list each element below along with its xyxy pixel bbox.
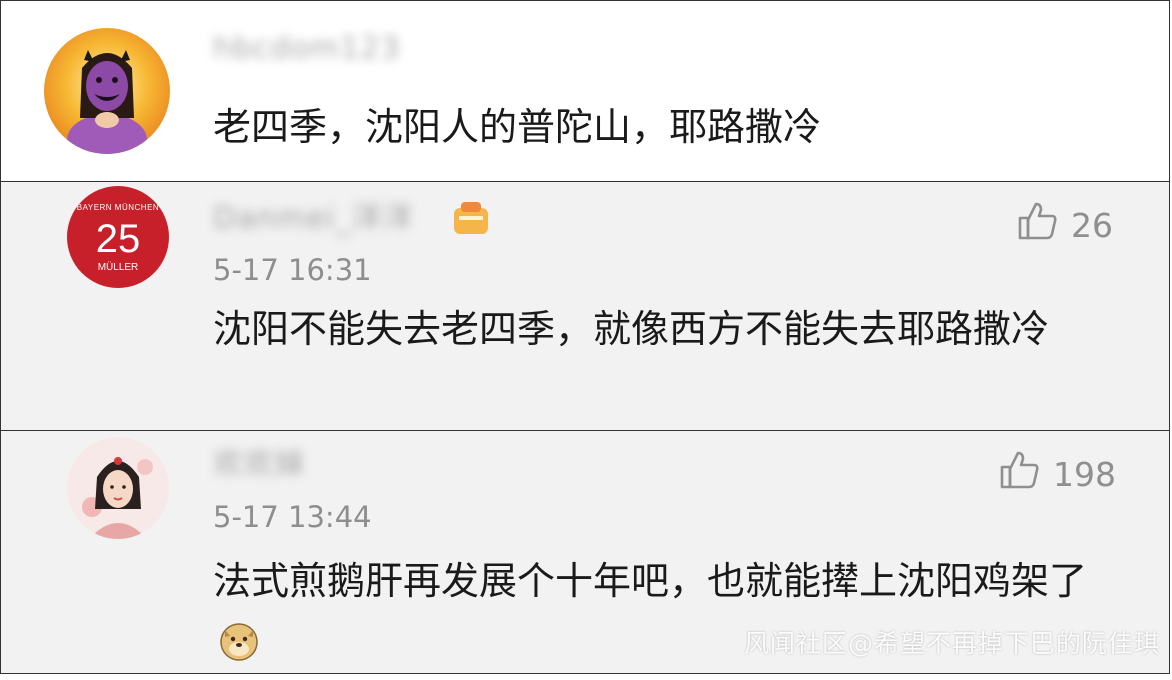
like-button[interactable]: 198 <box>999 449 1116 500</box>
username[interactable]: hbcdom123 <box>213 32 400 66</box>
avatar[interactable] <box>44 28 170 154</box>
thumbs-up-icon <box>1017 200 1059 251</box>
comment-text: 沈阳不能失去老四季，就像西方不能失去耶路撒冷 <box>213 307 1050 351</box>
comment-timestamp: 5-17 16:31 <box>213 253 372 287</box>
avatar-badge-number: 25 <box>96 217 141 261</box>
comment-text: 老四季，沈阳人的普陀山，耶路撒冷 <box>213 105 822 149</box>
username[interactable]: Danmei_洋洋 <box>213 202 414 236</box>
comment-item: hbcdom123 老四季，沈阳人的普陀山，耶路撒冷 <box>0 0 1170 182</box>
vip-badge-icon <box>451 198 491 238</box>
thumbs-up-icon <box>999 449 1041 500</box>
avatar[interactable] <box>67 437 169 539</box>
like-button[interactable]: 26 <box>1017 200 1113 251</box>
like-count: 198 <box>1053 454 1116 494</box>
avatar-badge-bottom: MÜLLER <box>98 261 139 273</box>
comment-timestamp: 5-17 13:44 <box>213 500 372 534</box>
username[interactable]: 欢欢妹 <box>213 448 306 482</box>
comment-item: Danmei_洋洋 5-17 16:31 沈阳不能失去老四季，就像西方不能失去耶… <box>0 181 1170 431</box>
watermark: 风闻社区@希望不再掉下巴的阮佳琪 <box>743 629 1160 658</box>
avatar[interactable]: BAYERN MÜNCHEN 25 MÜLLER <box>67 186 169 288</box>
comment-text: 法式煎鹅肝再发展个十年吧，也就能撵上沈阳鸡架了 <box>213 550 1093 680</box>
doge-emoji-icon <box>219 618 259 680</box>
avatar-badge-top: BAYERN MÜNCHEN <box>77 203 159 212</box>
like-count: 26 <box>1071 205 1113 245</box>
